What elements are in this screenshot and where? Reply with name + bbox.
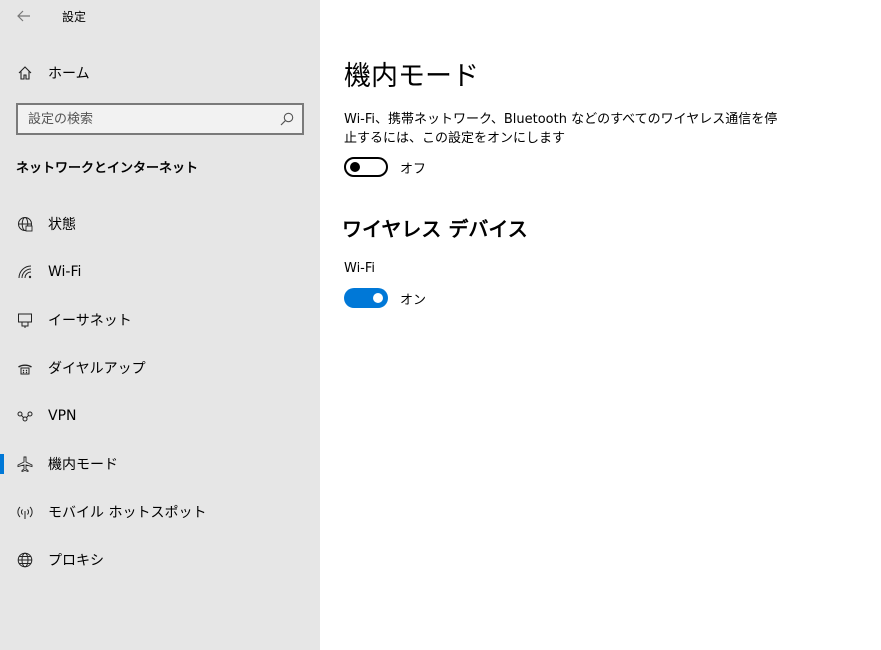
wifi-toggle-row: オン — [344, 288, 426, 308]
sidebar-item-mobile-hotspot[interactable]: モバイル ホットスポット — [0, 488, 320, 536]
ethernet-icon — [16, 311, 34, 329]
airplane-mode-state-label: オフ — [400, 161, 427, 177]
sidebar-item-ethernet[interactable]: イーサネット — [0, 296, 320, 344]
sidebar-item-airplane-mode[interactable]: 機内モード — [0, 440, 320, 488]
sidebar-item-wifi[interactable]: Wi-Fi — [0, 248, 320, 296]
sidebar-item-label: VPN — [48, 408, 77, 424]
nav-list: 状態 Wi-Fi イーサネット ダイヤルアップ VPN 機内モード モバイル ホ… — [0, 200, 320, 584]
sidebar-item-dialup[interactable]: ダイヤルアップ — [0, 344, 320, 392]
sidebar-item-status[interactable]: 状態 — [0, 200, 320, 248]
wifi-icon — [16, 263, 34, 281]
selection-indicator — [0, 454, 4, 474]
toggle-knob — [350, 162, 360, 172]
wireless-devices-heading: ワイヤレス デバイス — [342, 217, 528, 241]
sidebar-item-label: 状態 — [48, 217, 76, 233]
wifi-device-label: Wi-Fi — [344, 261, 376, 276]
sidebar-item-label: ダイヤルアップ — [48, 361, 146, 377]
sidebar-item-label: Wi-Fi — [48, 264, 82, 280]
sidebar: 設定 ホーム ネットワークとインターネット — [0, 0, 320, 650]
globe-status-icon — [16, 215, 34, 233]
back-arrow-icon — [17, 10, 30, 22]
sidebar-item-label: モバイル ホットスポット — [48, 505, 207, 521]
globe-icon — [16, 551, 34, 569]
search-input[interactable] — [18, 106, 268, 132]
dialup-icon — [16, 359, 34, 377]
sidebar-item-label: プロキシ — [48, 553, 104, 569]
sidebar-item-proxy[interactable]: プロキシ — [0, 536, 320, 584]
wifi-state-label: オン — [400, 292, 427, 308]
app-title: 設定 — [62, 10, 87, 24]
airplane-mode-toggle[interactable] — [344, 157, 388, 177]
home-icon — [16, 64, 34, 82]
main-content: 機内モード Wi-Fi、携帯ネットワーク、Bluetooth などのすべてのワイ… — [320, 0, 881, 650]
search-icon[interactable] — [280, 112, 294, 126]
wifi-toggle[interactable] — [344, 288, 388, 308]
home-nav-item[interactable]: ホーム — [0, 56, 320, 90]
hotspot-icon — [16, 503, 34, 521]
settings-window: 設定 ホーム ネットワークとインターネット — [0, 0, 881, 650]
sidebar-item-label: イーサネット — [48, 313, 132, 329]
airplane-icon — [16, 455, 34, 473]
back-button[interactable] — [10, 4, 38, 28]
airplane-mode-description: Wi-Fi、携帯ネットワーク、Bluetooth などのすべてのワイヤレス通信を… — [344, 112, 778, 146]
sidebar-item-label: 機内モード — [48, 457, 118, 473]
vpn-icon — [16, 407, 34, 425]
sidebar-item-vpn[interactable]: VPN — [0, 392, 320, 440]
home-label: ホーム — [48, 66, 90, 82]
title-bar: 設定 — [0, 0, 320, 32]
search-box[interactable] — [16, 103, 304, 135]
toggle-knob — [373, 293, 383, 303]
page-title: 機内モード — [344, 61, 479, 92]
airplane-mode-toggle-row: オフ — [344, 157, 426, 177]
section-heading: ネットワークとインターネット — [16, 161, 199, 176]
